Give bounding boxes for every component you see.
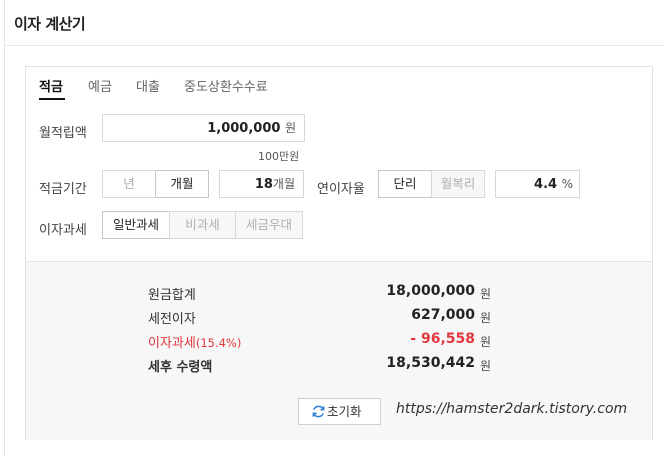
interest-tax-value: - 96,558 xyxy=(410,331,475,347)
after-tax-amount-label: 세후 수령액 xyxy=(148,360,213,375)
rate-input[interactable]: 4.4 % xyxy=(495,170,580,198)
tab-prepayment-fee[interactable]: 중도상환수수료 xyxy=(184,76,268,95)
principal-total-label: 원금합계 xyxy=(148,288,196,303)
pretax-interest-value: 627,000 xyxy=(411,307,475,323)
period-unit: 개월 xyxy=(272,177,295,191)
interest-tax-label-text: 이자과세 xyxy=(148,336,196,351)
calculator-card: 적금 예금 대출 중도상환수수료 월적립액 1,000,000 원 100만원 … xyxy=(25,66,653,440)
period-unit-month[interactable]: 개월 xyxy=(155,170,209,198)
rate-simple[interactable]: 단리 xyxy=(378,170,432,198)
rate-label: 연이자율 xyxy=(317,182,365,197)
tab-loan[interactable]: 대출 xyxy=(136,76,160,95)
principal-total-value: 18,000,000 xyxy=(386,283,475,299)
active-tab-indicator xyxy=(39,98,65,100)
reset-label: 초기화 xyxy=(327,404,362,419)
monthly-deposit-label: 월적립액 xyxy=(39,126,87,141)
interest-tax-unit: 원 xyxy=(480,335,492,349)
title-bar: 이자 계산기 xyxy=(4,0,664,46)
period-input[interactable]: 18개월 xyxy=(219,170,304,198)
refresh-icon xyxy=(312,405,325,418)
tax-preferential[interactable]: 세금우대 xyxy=(235,211,303,239)
page-title: 이자 계산기 xyxy=(14,15,86,33)
result-panel: 원금합계 18,000,000 원 세전이자 627,000 원 이자과세(15… xyxy=(26,261,652,440)
blog-url[interactable]: https://hamster2dark.tistory.com xyxy=(396,401,627,417)
monthly-deposit-value: 1,000,000 xyxy=(207,121,281,136)
rate-unit: % xyxy=(561,177,573,191)
period-value: 18 xyxy=(254,177,273,192)
after-tax-amount-value: 18,530,442 xyxy=(386,355,475,371)
rate-value: 4.4 xyxy=(534,177,558,192)
tab-deposit[interactable]: 예금 xyxy=(88,76,112,95)
pretax-interest-label: 세전이자 xyxy=(148,312,196,327)
pretax-interest-unit: 원 xyxy=(480,311,492,325)
interest-tax-rate: (15.4%) xyxy=(195,336,242,350)
monthly-deposit-unit: 원 xyxy=(284,121,296,135)
tax-general[interactable]: 일반과세 xyxy=(102,211,170,239)
period-label: 적금기간 xyxy=(39,182,87,197)
reset-button[interactable]: 초기화 xyxy=(298,398,381,425)
tax-exempt[interactable]: 비과세 xyxy=(169,211,236,239)
interest-tax-label: 이자과세(15.4%) xyxy=(148,332,241,351)
principal-total-unit: 원 xyxy=(480,287,492,301)
monthly-deposit-input[interactable]: 1,000,000 원 xyxy=(102,114,305,142)
after-tax-amount-unit: 원 xyxy=(480,359,492,373)
tax-label: 이자과세 xyxy=(39,223,87,238)
rate-monthly-compound[interactable]: 월복리 xyxy=(431,170,485,198)
tab-savings[interactable]: 적금 xyxy=(39,76,63,95)
monthly-deposit-hint: 100만원 xyxy=(258,150,300,163)
period-unit-year[interactable]: 년 xyxy=(102,170,156,198)
